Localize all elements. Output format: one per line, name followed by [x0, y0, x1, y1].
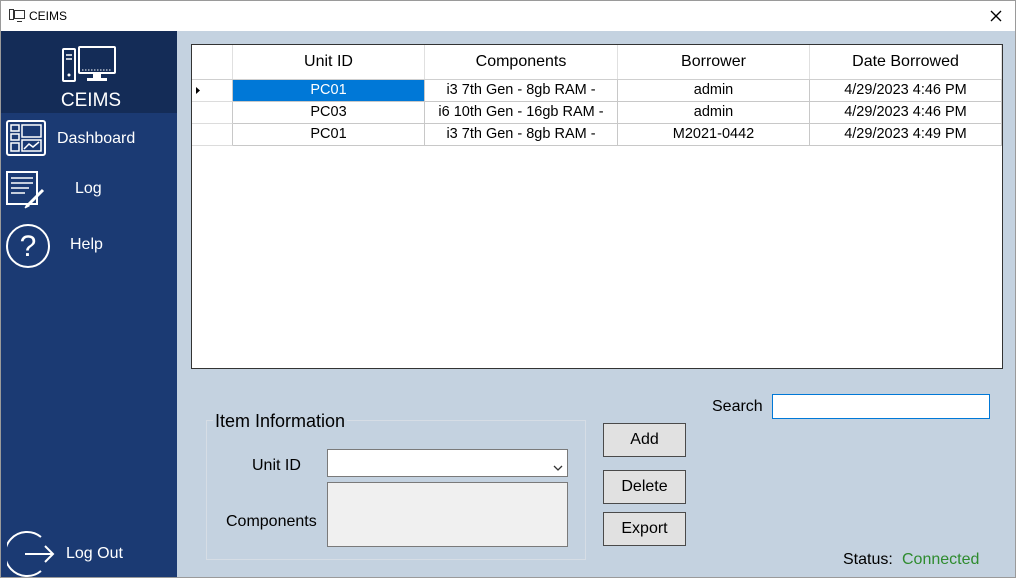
row-header-corner — [192, 45, 233, 79]
unit-id-dropdown[interactable] — [327, 449, 568, 477]
log-icon — [5, 168, 47, 215]
brand-logo: CEIMS — [1, 31, 177, 113]
unit-id-label: Unit ID — [252, 457, 301, 474]
row-selector[interactable] — [192, 80, 233, 102]
cell-borrower[interactable]: admin — [618, 102, 810, 124]
cell-components[interactable]: i3 7th Gen - 8gb RAM - — [425, 124, 618, 146]
brand-name: CEIMS — [60, 90, 122, 111]
row-selector[interactable] — [192, 124, 233, 146]
borrow-log-grid[interactable]: Unit ID Components Borrower Date Borrowe… — [191, 44, 1003, 369]
cell-unit-id[interactable]: PC03 — [233, 102, 425, 124]
grid-header: Unit ID Components Borrower Date Borrowe… — [192, 45, 1002, 80]
sidebar-item-log[interactable]: Log — [1, 166, 177, 210]
components-field[interactable] — [327, 482, 568, 547]
add-button[interactable]: Add — [603, 423, 686, 457]
help-icon: ? — [5, 223, 53, 276]
search-label: Search — [712, 398, 763, 415]
sidebar-item-label: Help — [70, 236, 103, 253]
export-button[interactable]: Export — [603, 512, 686, 546]
chevron-down-icon — [553, 459, 563, 477]
sidebar-item-help[interactable]: ? Help — [1, 221, 177, 268]
cell-borrower[interactable]: admin — [618, 80, 810, 102]
components-label: Components — [226, 513, 317, 530]
column-header-date-borrowed[interactable]: Date Borrowed — [810, 45, 1002, 79]
item-information-title: Item Information — [213, 411, 348, 432]
cell-components[interactable]: i6 10th Gen - 16gb RAM - — [425, 102, 618, 124]
logout-button[interactable]: Log Out — [1, 529, 177, 577]
svg-text:?: ? — [20, 230, 37, 263]
current-row-arrow-icon — [196, 87, 200, 94]
cell-date-borrowed[interactable]: 4/29/2023 4:49 PM — [810, 124, 1002, 146]
row-selector[interactable] — [192, 102, 233, 124]
search-input[interactable] — [772, 394, 990, 419]
app-icon — [9, 9, 25, 28]
computer-icon — [61, 45, 117, 90]
column-header-unit-id[interactable]: Unit ID — [233, 45, 425, 79]
cell-date-borrowed[interactable]: 4/29/2023 4:46 PM — [810, 102, 1002, 124]
dashboard-icon — [5, 119, 47, 164]
sidebar-item-label: Dashboard — [57, 130, 136, 147]
status-label: Status: — [843, 551, 893, 568]
close-button[interactable] — [983, 4, 1009, 28]
logout-label: Log Out — [66, 545, 123, 562]
sidebar-item-dashboard[interactable]: Dashboard — [1, 117, 177, 161]
cell-components[interactable]: i3 7th Gen - 8gb RAM - — [425, 80, 618, 102]
title-bar: CEIMS — [1, 1, 1015, 31]
cell-borrower[interactable]: M2021-0442 — [618, 124, 810, 146]
column-header-components[interactable]: Components — [425, 45, 618, 79]
app-window: CEIMS CEIMS Dashboard Log ? Help Log Out… — [0, 0, 1016, 578]
cell-unit-id[interactable]: PC01 — [233, 80, 425, 102]
cell-date-borrowed[interactable]: 4/29/2023 4:46 PM — [810, 80, 1002, 102]
close-icon — [990, 10, 1002, 22]
status-value: Connected — [902, 551, 980, 568]
column-header-borrower[interactable]: Borrower — [618, 45, 810, 79]
logout-icon — [4, 529, 55, 577]
table-row[interactable]: PC01 i3 7th Gen - 8gb RAM - admin 4/29/2… — [192, 80, 1002, 102]
window-title: CEIMS — [29, 9, 68, 23]
sidebar-item-label: Log — [75, 180, 102, 197]
cell-unit-id[interactable]: PC01 — [233, 124, 425, 146]
table-row[interactable]: PC01 i3 7th Gen - 8gb RAM - M2021-0442 4… — [192, 124, 1002, 146]
table-row[interactable]: PC03 i6 10th Gen - 16gb RAM - admin 4/29… — [192, 102, 1002, 124]
main-panel: Unit ID Components Borrower Date Borrowe… — [177, 31, 1015, 577]
sidebar: CEIMS Dashboard Log ? Help Log Out — [1, 31, 177, 577]
delete-button[interactable]: Delete — [603, 470, 686, 504]
